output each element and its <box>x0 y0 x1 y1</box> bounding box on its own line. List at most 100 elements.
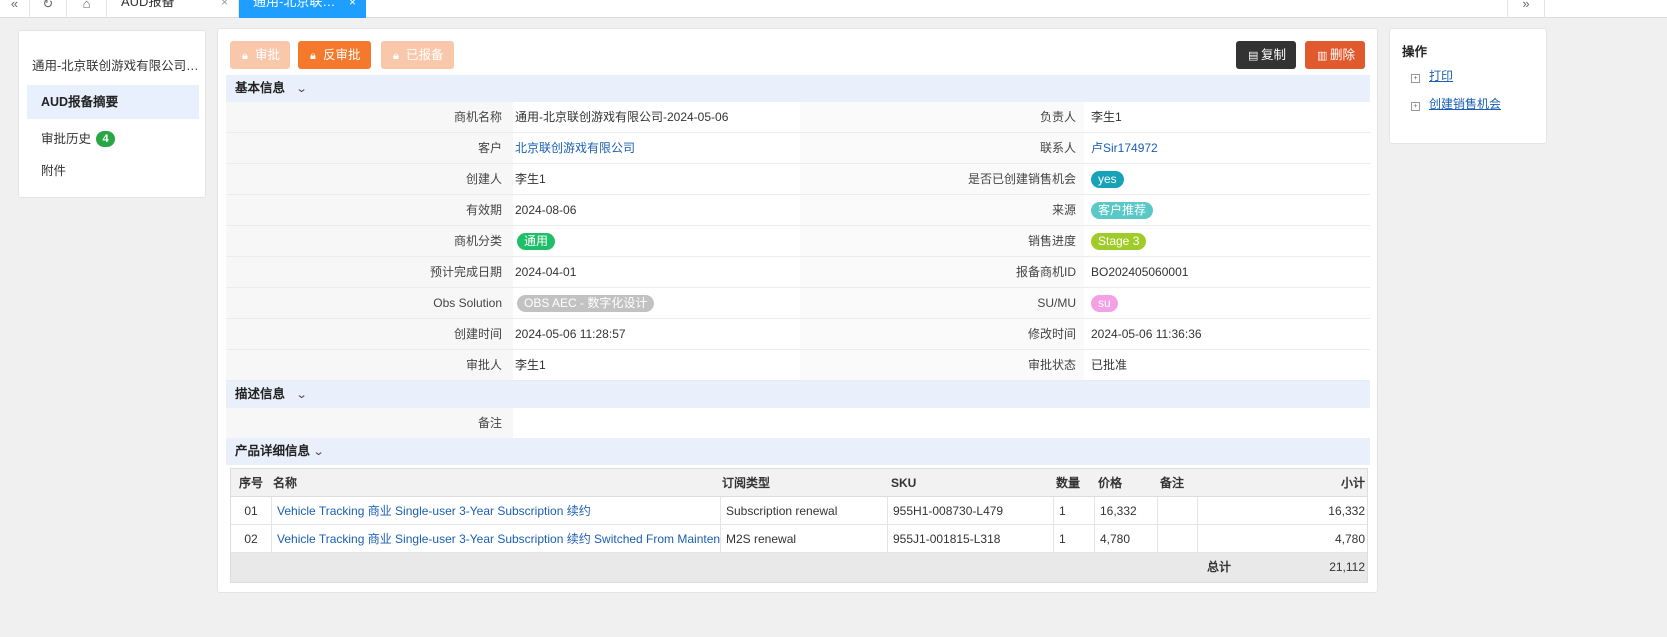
source-badge: 客户推荐 <box>1091 202 1154 219</box>
field-label: 创建人 <box>465 172 502 186</box>
row-number: 01 <box>244 504 258 518</box>
field-label: 销售进度 <box>1027 234 1076 248</box>
field-label: 审批状态 <box>1027 358 1076 372</box>
unapprove-button[interactable]: 🔒︎ 反审批 <box>298 41 371 69</box>
expand-icon: + <box>1411 74 1420 83</box>
table-header: 序号 名称 订阅类型 SKU 数量 价格 备注 小计 <box>231 469 1367 497</box>
contact-link[interactable]: 卢Sir174972 <box>1091 133 1158 163</box>
copy-icon: ▤ <box>1248 50 1259 62</box>
copy-label: 复制 <box>1261 48 1287 62</box>
section-description[interactable]: 描述信息 ⌄ <box>226 381 1370 408</box>
column-header: SKU <box>891 476 917 490</box>
sidebar: 通用-北京联创游戏有限公司-2024-05-06 AUD报备摘要 审批历史 4 附… <box>18 30 206 198</box>
column-header: 备注 <box>1160 476 1185 490</box>
field-label: 来源 <box>1051 203 1076 217</box>
field-label: 预计完成日期 <box>429 265 502 279</box>
info-row: 商机分类 通用 销售进度 Stage 3 <box>226 226 1370 257</box>
refresh-icon[interactable]: ↻ <box>30 0 67 18</box>
chevron-down-icon: ⌄ <box>295 83 308 95</box>
count-badge: 4 <box>96 131 116 147</box>
home-icon[interactable]: ⌂ <box>67 0 107 18</box>
subscription-type: M2S renewal <box>726 532 797 546</box>
product-table: 序号 名称 订阅类型 SKU 数量 价格 备注 小计 01 Vehicle Tr… <box>230 468 1368 583</box>
field-label: 报备商机ID <box>1015 265 1076 279</box>
total-label: 总计 <box>1207 560 1232 574</box>
sidebar-item-label: AUD报备摘要 <box>41 95 119 109</box>
field-label: 备注 <box>477 416 502 430</box>
tab-current-record[interactable]: 通用-北京联… × <box>239 0 366 18</box>
approve-label: 审批 <box>255 48 281 62</box>
column-header: 价格 <box>1098 476 1123 490</box>
tab-label: AUD报备 <box>121 0 175 9</box>
price: 4,780 <box>1100 532 1131 546</box>
unapprove-label: 反审批 <box>323 48 361 62</box>
field-label: 有效期 <box>465 203 502 217</box>
status-badge: yes <box>1091 171 1124 188</box>
delete-label: 删除 <box>1330 48 1356 62</box>
expected-completion-date: 2024-04-01 <box>515 265 577 279</box>
field-label: 是否已创建销售机会 <box>967 172 1076 186</box>
section-title: 产品详细信息 <box>235 444 311 458</box>
approver: 李生1 <box>515 358 546 372</box>
info-row: 创建人 李生1 是否已创建销售机会 yes <box>226 164 1370 195</box>
column-header: 名称 <box>273 476 298 490</box>
subtotal: 4,780 <box>1334 532 1365 546</box>
total-value: 21,112 <box>1329 560 1365 574</box>
reported-button[interactable]: 🔒︎ 已报备 <box>381 41 454 69</box>
info-row: Obs Solution OBS AEC - 数字化设计 SU/MU su <box>226 288 1370 319</box>
action-label: 创建销售机会 <box>1429 97 1502 111</box>
customer-link[interactable]: 北京联创游戏有限公司 <box>515 133 635 163</box>
subscription-type: Subscription renewal <box>726 504 838 518</box>
tab-label: 通用-北京联… <box>253 0 336 9</box>
info-row: 审批人 李生1 审批状态 已批准 <box>226 350 1370 381</box>
sidebar-item-approval-history[interactable]: 审批历史 4 <box>27 122 199 156</box>
tab-aud-report[interactable]: AUD报备 × <box>107 0 239 18</box>
sidebar-item-attachments[interactable]: 附件 <box>27 154 199 188</box>
section-products[interactable]: 产品详细信息 ⌄ <box>226 438 1370 465</box>
column-header: 序号 <box>239 476 264 490</box>
sidebar-item-summary[interactable]: AUD报备摘要 <box>27 85 199 119</box>
actions-panel: 操作 + 打印 + 创建销售机会 <box>1389 28 1547 144</box>
tab-bar: « ↻ ⌂ AUD报备 × 通用-北京联… × » <box>0 0 1667 18</box>
scroll-left-icon[interactable]: « <box>0 0 30 18</box>
section-title: 基本信息 <box>235 81 286 95</box>
info-row: 预计完成日期 2024-04-01 报备商机ID BO202405060001 <box>226 257 1370 288</box>
opportunity-name: 通用-北京联创游戏有限公司-2024-05-06 <box>515 110 729 124</box>
action-print[interactable]: + 打印 <box>1411 67 1453 84</box>
field-label: SU/MU <box>1037 296 1076 310</box>
delete-button[interactable]: ▥ 删除 <box>1305 41 1366 69</box>
tab-menu-button[interactable] <box>1544 0 1567 18</box>
info-row: 客户 北京联创游戏有限公司 联系人 卢Sir174972 <box>226 133 1370 164</box>
copy-button[interactable]: ▤ 复制 <box>1236 41 1297 69</box>
modified-time: 2024-05-06 11:36:36 <box>1091 327 1202 341</box>
created-time: 2024-05-06 11:28:57 <box>515 327 626 341</box>
sku: 955H1-008730-L479 <box>893 504 1004 518</box>
scroll-right-icon[interactable]: » <box>1507 0 1544 18</box>
column-header: 订阅类型 <box>722 476 771 490</box>
chevron-down-icon: ⌄ <box>295 389 308 401</box>
lock-icon: 🔒︎ <box>242 50 248 62</box>
price: 16,332 <box>1100 504 1137 518</box>
field-label: 商机分类 <box>453 234 502 248</box>
close-icon[interactable]: × <box>221 0 228 8</box>
section-basic-info[interactable]: 基本信息 ⌄ <box>226 75 1370 102</box>
field-label: 商机名称 <box>453 110 502 124</box>
owner: 李生1 <box>1091 110 1122 124</box>
product-name-link[interactable]: Vehicle Tracking 商业 Single-user 3-Year S… <box>277 497 720 525</box>
table-footer: 总计 21,112 <box>231 553 1367 582</box>
reported-label: 已报备 <box>406 48 444 62</box>
chevron-down-icon: ⌄ <box>312 446 325 458</box>
field-label: 审批人 <box>465 358 502 372</box>
quantity: 1 <box>1059 532 1066 546</box>
action-create-sales-opportunity[interactable]: + 创建销售机会 <box>1411 95 1501 112</box>
close-icon[interactable]: × <box>349 0 356 8</box>
info-row: 有效期 2024-08-06 来源 客户推荐 <box>226 195 1370 226</box>
lock-icon: 🔒︎ <box>393 50 399 62</box>
approve-button[interactable]: 🔒︎ 审批 <box>230 41 291 69</box>
sidebar-item-label: 审批历史 <box>41 132 92 146</box>
product-name-link[interactable]: Vehicle Tracking 商业 Single-user 3-Year S… <box>277 525 720 553</box>
table-row: 01 Vehicle Tracking 商业 Single-user 3-Yea… <box>231 497 1367 525</box>
row-number: 02 <box>244 532 258 546</box>
action-label: 打印 <box>1429 69 1454 83</box>
opportunity-id: BO202405060001 <box>1091 265 1189 279</box>
